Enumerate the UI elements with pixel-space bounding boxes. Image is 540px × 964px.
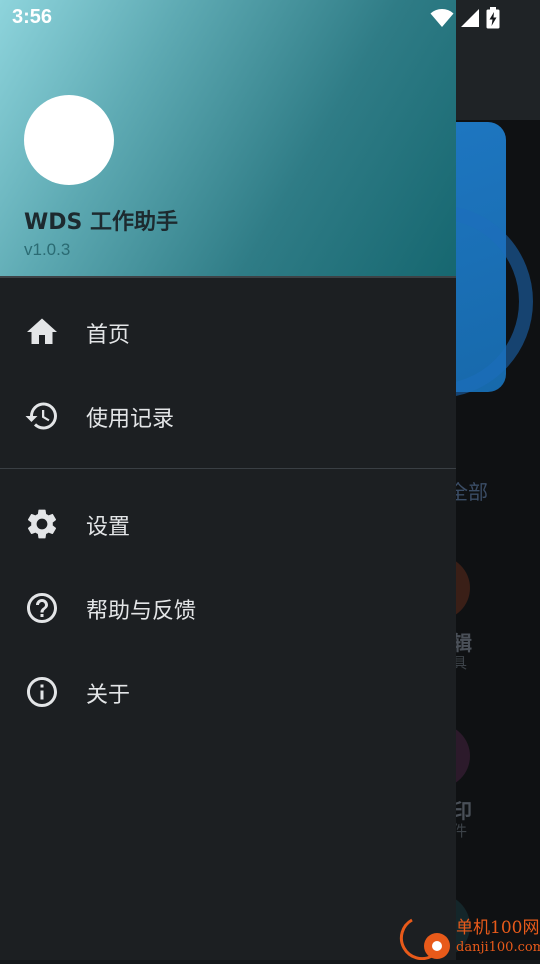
menu-label: 使用记录 [86, 407, 175, 432]
navigation-drawer: WDS 工作助手 v1.0.3 首页 使用记录 设置 帮助与反馈 关于 [0, 0, 456, 960]
history-icon [24, 398, 60, 434]
app-version: v1.0.3 [24, 240, 71, 259]
wifi-icon [430, 8, 454, 28]
home-icon [24, 314, 60, 350]
menu-item-help[interactable]: 帮助与反馈 [0, 570, 456, 646]
watermark: 单机100网 danji100.com [392, 914, 540, 961]
menu-item-settings[interactable]: 设置 [0, 486, 456, 562]
cell-signal-icon [460, 8, 480, 28]
menu-item-history[interactable]: 使用记录 [0, 378, 456, 454]
header-divider [0, 276, 456, 278]
gear-icon [24, 506, 60, 542]
drawer-header: WDS 工作助手 v1.0.3 [0, 0, 456, 276]
watermark-logo-icon [392, 916, 452, 964]
info-circle-icon [24, 674, 60, 710]
battery-charging-icon [486, 7, 500, 29]
help-circle-icon [24, 590, 60, 626]
status-icons [430, 7, 500, 29]
app-avatar[interactable] [24, 95, 114, 185]
menu-label: 帮助与反馈 [86, 599, 197, 624]
status-time: 3:56 [12, 6, 53, 28]
menu-item-home[interactable]: 首页 [0, 294, 456, 370]
watermark-brand: 单机100网 [456, 918, 540, 938]
menu-item-about[interactable]: 关于 [0, 654, 456, 730]
menu-label: 设置 [86, 515, 131, 540]
menu-divider [0, 468, 456, 469]
menu-label: 首页 [86, 323, 131, 348]
app-name: WDS 工作助手 [24, 210, 179, 235]
status-bar: 3:56 [0, 0, 540, 36]
menu-label: 关于 [86, 683, 131, 708]
watermark-domain: danji100.com [456, 940, 540, 955]
